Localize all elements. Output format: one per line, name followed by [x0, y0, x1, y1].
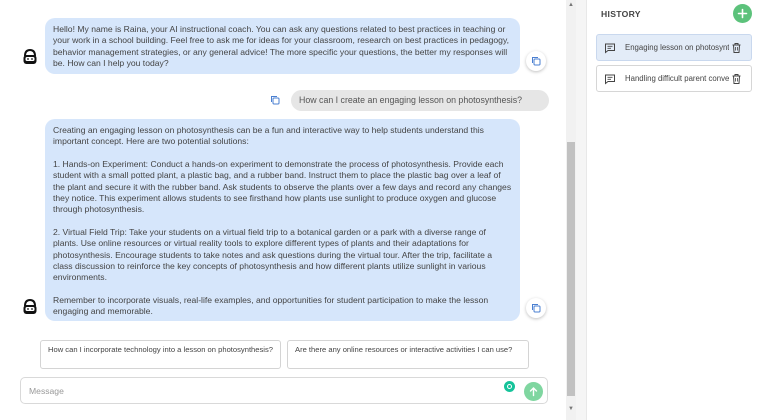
copy-icon [532, 57, 541, 66]
ai-message-greeting-text: Hello! My name is Raina, your AI instruc… [53, 24, 512, 69]
scroll-thumb[interactable] [567, 142, 575, 396]
history-item-parent-conversations[interactable]: Handling difficult parent conversations [596, 65, 752, 92]
copy-response-button[interactable] [526, 298, 546, 318]
trash-icon[interactable] [731, 42, 742, 54]
chat-bubble-icon [605, 74, 615, 85]
new-chat-button[interactable] [733, 4, 752, 23]
message-input-container [20, 377, 548, 404]
response-intro: Creating an engaging lesson on photosynt… [53, 125, 487, 147]
robot-avatar-icon [23, 298, 37, 314]
message-input[interactable] [29, 383, 499, 399]
plus-icon [737, 8, 748, 19]
copy-greeting-button[interactable] [526, 51, 546, 71]
scroll-down-icon[interactable]: ▼ [567, 404, 575, 414]
trash-icon[interactable] [731, 73, 742, 85]
history-item-label: Engaging lesson on photosynthesis [625, 43, 729, 52]
robot-avatar-icon [23, 48, 37, 64]
chat-pane: Hello! My name is Raina, your AI instruc… [0, 0, 566, 420]
ai-message-response: Creating an engaging lesson on photosynt… [45, 119, 520, 321]
chat-scrollbar[interactable]: ▲ ▼ [566, 0, 576, 420]
copy-question-button[interactable] [267, 92, 283, 108]
suggestion-technology[interactable]: How can I incorporate technology into a … [40, 340, 281, 369]
ai-message-greeting: Hello! My name is Raina, your AI instruc… [45, 18, 520, 74]
chat-bubble-icon [605, 43, 615, 54]
pane-divider [576, 0, 586, 420]
response-point-2: 2. Virtual Field Trip: Take your student… [53, 226, 495, 283]
grammarly-icon[interactable] [504, 381, 515, 392]
copy-icon [271, 96, 280, 105]
response-closing: Remember to incorporate visuals, real-li… [53, 294, 491, 317]
send-button[interactable] [524, 382, 543, 401]
history-item-photosynthesis[interactable]: Engaging lesson on photosynthesis [596, 34, 752, 61]
user-message: How can I create an engaging lesson on p… [291, 90, 549, 111]
history-title: HISTORY [601, 9, 641, 19]
history-item-label: Handling difficult parent conversations [625, 74, 729, 83]
user-message-text: How can I create an engaging lesson on p… [299, 95, 523, 105]
history-pane: HISTORY Engaging lesson on photosynthesi… [586, 0, 768, 420]
scroll-up-icon[interactable]: ▲ [567, 0, 575, 10]
response-point-1: 1. Hands-on Experiment: Conduct a hands-… [53, 158, 514, 215]
send-arrow-icon [529, 387, 538, 397]
copy-icon [532, 304, 541, 313]
suggestion-online-resources[interactable]: Are there any online resources or intera… [287, 340, 529, 369]
